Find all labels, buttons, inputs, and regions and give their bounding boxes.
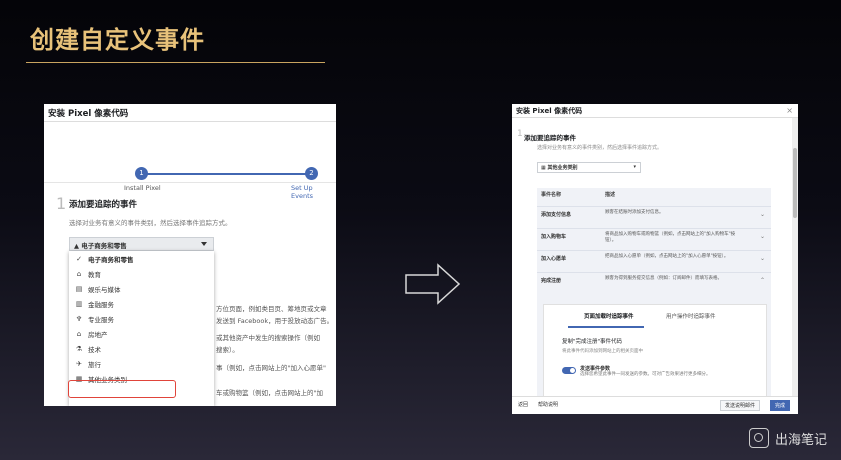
done-button[interactable]: 完成 (769, 400, 790, 411)
dialog-footer: 返回 帮助说明 发送说明邮件 完成 (512, 396, 798, 414)
event-desc: 顾客在结账时添加支付信息。 (605, 210, 664, 215)
chevron-up-icon[interactable]: ⌃ (760, 277, 765, 284)
service-icon: ♆ (75, 314, 83, 323)
back-button[interactable]: 返回 (518, 401, 528, 408)
event-desc: 将商品加入购物车或购物篮（例如，点击网站上的"加入购物车"按钮）。 (605, 232, 736, 243)
send-params-toggle[interactable] (562, 367, 576, 374)
stepper: 1 2 Install Pixel Set Up Events (44, 122, 336, 200)
table-row[interactable]: 加入心愿单 把商品加入心愿单（例如，点击网站上的"加入心愿单"按钮）。 ⌄ (537, 250, 771, 273)
option-label: 教育 (88, 270, 101, 279)
right-header: 安装 Pixel 像素代码 (512, 104, 798, 118)
option-label: 技术 (88, 345, 101, 354)
caret-down-icon: ▾ (633, 164, 636, 170)
chevron-down-icon[interactable]: ⌄ (760, 211, 765, 218)
help-link[interactable]: 帮助说明 (538, 401, 558, 408)
bag-icon: ▲ (74, 242, 79, 250)
section-heading: 添加要追踪的事件 (524, 134, 576, 142)
option-finance[interactable]: ▥ 金融服务 (69, 296, 214, 311)
right-arrow-icon (405, 263, 461, 305)
option-label: 电子商务和零售 (88, 255, 134, 264)
tab-page-load[interactable]: 页面加载时追踪事件 (584, 312, 634, 320)
bg-text-2: 发送到 Facebook，用于投放动态广告。 (216, 317, 334, 325)
section-subtitle: 选择对业务有意义的事件类别，然后选择事件追踪方式。 (69, 219, 232, 227)
divider (44, 182, 336, 183)
bg-text-1: 方位页面，例如类目页、筹地页或文章 (216, 305, 327, 313)
left-header: 安装 Pixel 像素代码 (44, 104, 336, 122)
option-label: 娱乐与媒体 (88, 285, 121, 294)
step-2-label: Set Up Events (291, 184, 314, 200)
section-heading: 添加要追踪的事件 (69, 200, 138, 210)
option-label: 专业服务 (88, 315, 114, 324)
section-number: 1 (517, 129, 523, 139)
bg-text-5: 事（例如，点击网站上的"加入心愿单" (216, 364, 326, 372)
close-icon[interactable]: × (786, 106, 793, 115)
table-row[interactable]: 加入购物车 将商品加入购物车或购物篮（例如，点击网站上的"加入购物车"按钮）。 … (537, 228, 771, 251)
media-icon: ▤ (75, 284, 83, 293)
category-dropdown[interactable]: ▦ 其他业务类别 ▾ (537, 162, 641, 173)
highlight-box (68, 380, 176, 398)
store-icon: ▦ (541, 165, 546, 171)
bg-text-3: 或其他资产中发生的搜索操作（例如 (216, 334, 320, 342)
logo-icon (748, 428, 769, 448)
scrollbar[interactable] (792, 118, 798, 396)
category-dropdown[interactable]: ▲ 电子商务和零售 (69, 237, 214, 251)
event-code-card: 页面加载时追踪事件 用户操作时追踪事件 复制"完成注册"事件代码 将此事件代码添… (543, 304, 767, 398)
brand-name: 出海笔记 (774, 432, 827, 448)
flask-icon: ⚗ (75, 344, 83, 353)
table-row[interactable]: 添加支付信息 顾客在结账时添加支付信息。 ⌄ (537, 206, 771, 229)
toggle-description: 选择您希望此事件一同发送的参数。可对广告效果进行更多细分。 (580, 372, 711, 377)
step-1-label: Install Pixel (124, 184, 161, 192)
plane-icon: ✈ (76, 359, 82, 368)
slide-title: 创建自定义事件 (30, 26, 205, 54)
right-body: 1 添加要追踪的事件 选择对业务有意义的事件类别，然后选择事件追踪方式。 ▦ 其… (512, 118, 792, 398)
option-ecommerce[interactable]: ✓ 电子商务和零售 (69, 251, 214, 266)
event-desc: 把商品加入心愿单（例如，点击网站上的"加入心愿单"按钮）。 (605, 254, 729, 259)
col-description: 描述 (605, 192, 616, 198)
bg-text-6: 车或购物篮（例如，点击网站上的"加 (216, 389, 323, 397)
tab-user-action[interactable]: 用户操作时追踪事件 (666, 312, 716, 320)
option-label: 旅行 (88, 360, 101, 369)
step-line (141, 173, 311, 175)
house-icon: ⌂ (76, 329, 82, 338)
option-education[interactable]: ⌂ 教育 (69, 266, 214, 281)
option-professional[interactable]: ♆ 专业服务 (69, 311, 214, 326)
col-event-name: 事件名称 (541, 192, 562, 198)
left-screenshot: 安装 Pixel 像素代码 1 2 Install Pixel Set Up E… (44, 104, 336, 406)
event-name: 添加支付信息 (541, 212, 572, 218)
brand-logo: 出海笔记 (748, 428, 827, 448)
bank-icon: ▥ (75, 299, 83, 308)
school-icon: ⌂ (76, 269, 82, 278)
section-number: 1 (56, 194, 67, 213)
option-realestate[interactable]: ⌂ 房地产 (69, 326, 214, 341)
chevron-down-icon[interactable]: ⌄ (760, 255, 765, 262)
event-desc: 顾客为得到服务提交信息（例如：订阅邮件）而填写表格。 (605, 276, 722, 281)
caret-down-icon (201, 242, 207, 246)
dropdown-value: 电子商务和零售 (81, 242, 127, 250)
active-tab-indicator (568, 326, 644, 328)
toggle-label: 发送事件参数 (580, 366, 611, 372)
section-subtitle: 选择对业务有意义的事件类别，然后选择事件追踪方式。 (537, 145, 663, 151)
event-name: 加入心愿单 (541, 256, 567, 262)
dropdown-value: 其他业务类别 (547, 165, 578, 171)
bg-text-4: 搜索）。 (216, 346, 239, 354)
check-icon: ✓ (76, 254, 82, 263)
card-heading: 复制"完成注册"事件代码 (562, 339, 623, 345)
event-name: 完成注册 (541, 278, 562, 284)
step-2-dot[interactable]: 2 (305, 167, 318, 180)
option-label: 房地产 (88, 330, 108, 339)
option-travel[interactable]: ✈ 旅行 (69, 356, 214, 371)
scroll-thumb[interactable] (793, 148, 797, 218)
right-screenshot: 安装 Pixel 像素代码 × 1 添加要追踪的事件 选择对业务有意义的事件类别… (512, 104, 798, 414)
option-tech[interactable]: ⚗ 技术 (69, 341, 214, 356)
email-instructions-button[interactable]: 发送说明邮件 (719, 400, 760, 411)
chevron-down-icon[interactable]: ⌄ (760, 233, 765, 240)
events-table: 事件名称 描述 添加支付信息 顾客在结账时添加支付信息。 ⌄ 加入购物车 将商品… (537, 188, 771, 398)
event-name: 加入购物车 (541, 234, 567, 240)
option-label: 金融服务 (88, 300, 114, 309)
title-divider (26, 62, 325, 63)
step-1-dot[interactable]: 1 (135, 167, 148, 180)
card-subtitle: 将此事件代码添加到网站上的相关页面中 (562, 349, 643, 354)
table-row[interactable]: 完成注册 顾客为得到服务提交信息（例如：订阅邮件）而填写表格。 ⌃ (537, 272, 771, 295)
option-entertainment[interactable]: ▤ 娱乐与媒体 (69, 281, 214, 296)
